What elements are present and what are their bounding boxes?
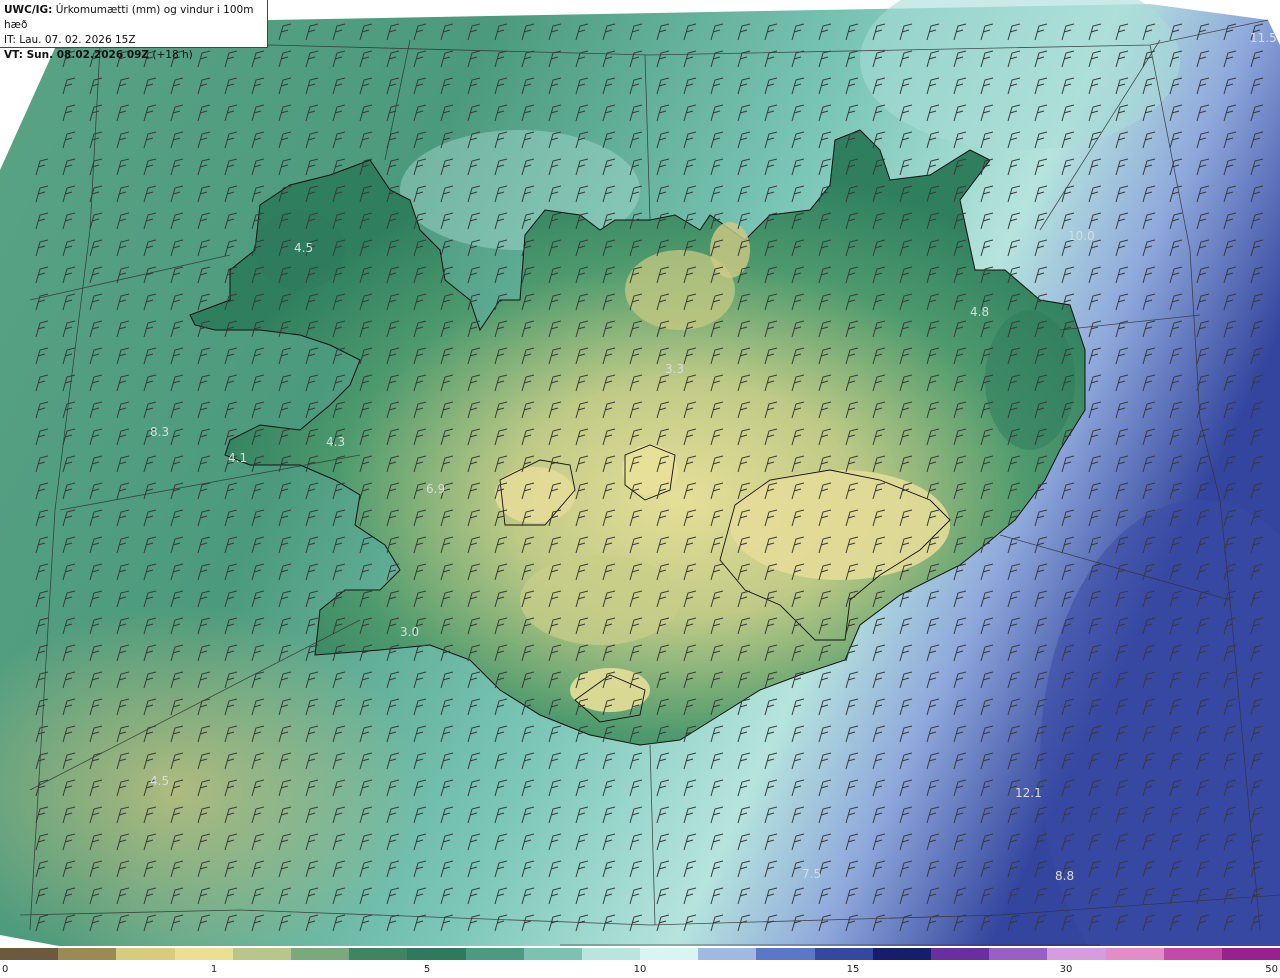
colorbar-segment (640, 948, 699, 960)
map-title-line: UWC/IG: Úrkomumætti (mm) og vindur i 100… (4, 3, 263, 33)
value-label: 10.0 (1068, 229, 1095, 243)
valid-prefix: VT: (4, 49, 27, 61)
colorbar-tick-label: 30 (1059, 964, 1073, 975)
colorbar-segment (0, 948, 59, 960)
colorbar-segment (232, 948, 291, 960)
colorbar-tick-label: 0 (2, 964, 9, 975)
precipitation-wind-map: 11.5 4.5 10.0 4.8 3.3 8.3 4.3 4.1 6.9 3.… (0, 0, 1280, 950)
colorbar-segment (581, 948, 641, 960)
colorbar-segment (1163, 948, 1222, 960)
colorbar-segment (989, 948, 1048, 960)
model-name: UWC/IG: (4, 4, 53, 16)
value-label: 8.3 (150, 425, 169, 439)
colorbar-segment (174, 948, 233, 960)
colorbar-segment (872, 948, 931, 960)
colorbar-segment (407, 948, 466, 960)
value-label: 4.5 (150, 774, 169, 788)
valid-time-line: VT: Sun. 08.02.2026 09Z (+18 h) (4, 48, 263, 63)
colorbar-segment (1047, 948, 1106, 960)
value-label: 4.5 (294, 241, 313, 255)
colorbar-tick-label: 10 (633, 964, 647, 975)
value-label: 12.1 (1015, 786, 1042, 800)
value-label: 4.3 (326, 435, 345, 449)
colorbar-segment (1221, 948, 1280, 960)
colorbar (0, 948, 1280, 960)
value-label: 6.9 (426, 482, 445, 496)
colorbar-segment (698, 948, 757, 960)
init-time: IT: Lau. 07. 02. 2026 15Z (4, 34, 136, 46)
value-label: 3.3 (665, 362, 684, 376)
map-stage: 11.5 4.5 10.0 4.8 3.3 8.3 4.3 4.1 6.9 3.… (0, 0, 1280, 978)
colorbar-tick-label: 15 (846, 964, 860, 975)
colorbar-legend: 0 1 5 10 15 30 50 (0, 946, 1280, 978)
value-label: 11.5 (1250, 31, 1277, 45)
colorbar-tick-label: 50 (1265, 964, 1278, 975)
colorbar-segment (931, 948, 990, 960)
valid-time: Sun. 08.02.2026 09Z (26, 49, 150, 61)
colorbar-segment (465, 948, 524, 960)
value-label: 4.8 (970, 305, 989, 319)
value-label: 4.1 (228, 451, 247, 465)
lead-time: (+18 h) (149, 49, 193, 61)
colorbar-segment (116, 948, 175, 960)
value-label: 3.0 (400, 625, 419, 639)
colorbar-segment (814, 948, 873, 960)
colorbar-tick-label: 1 (210, 964, 218, 975)
colorbar-segment (1105, 948, 1164, 960)
value-label: 8.8 (1055, 869, 1074, 883)
colorbar-tick-label: 5 (423, 964, 431, 975)
colorbar-segment (756, 948, 815, 960)
colorbar-segment (349, 948, 408, 960)
map-title-box: UWC/IG: Úrkomumætti (mm) og vindur i 100… (0, 0, 268, 61)
value-label: 7.5 (802, 867, 821, 881)
colorbar-segment (58, 948, 117, 960)
colorbar-segment (523, 948, 582, 960)
colorbar-segment (290, 948, 350, 960)
